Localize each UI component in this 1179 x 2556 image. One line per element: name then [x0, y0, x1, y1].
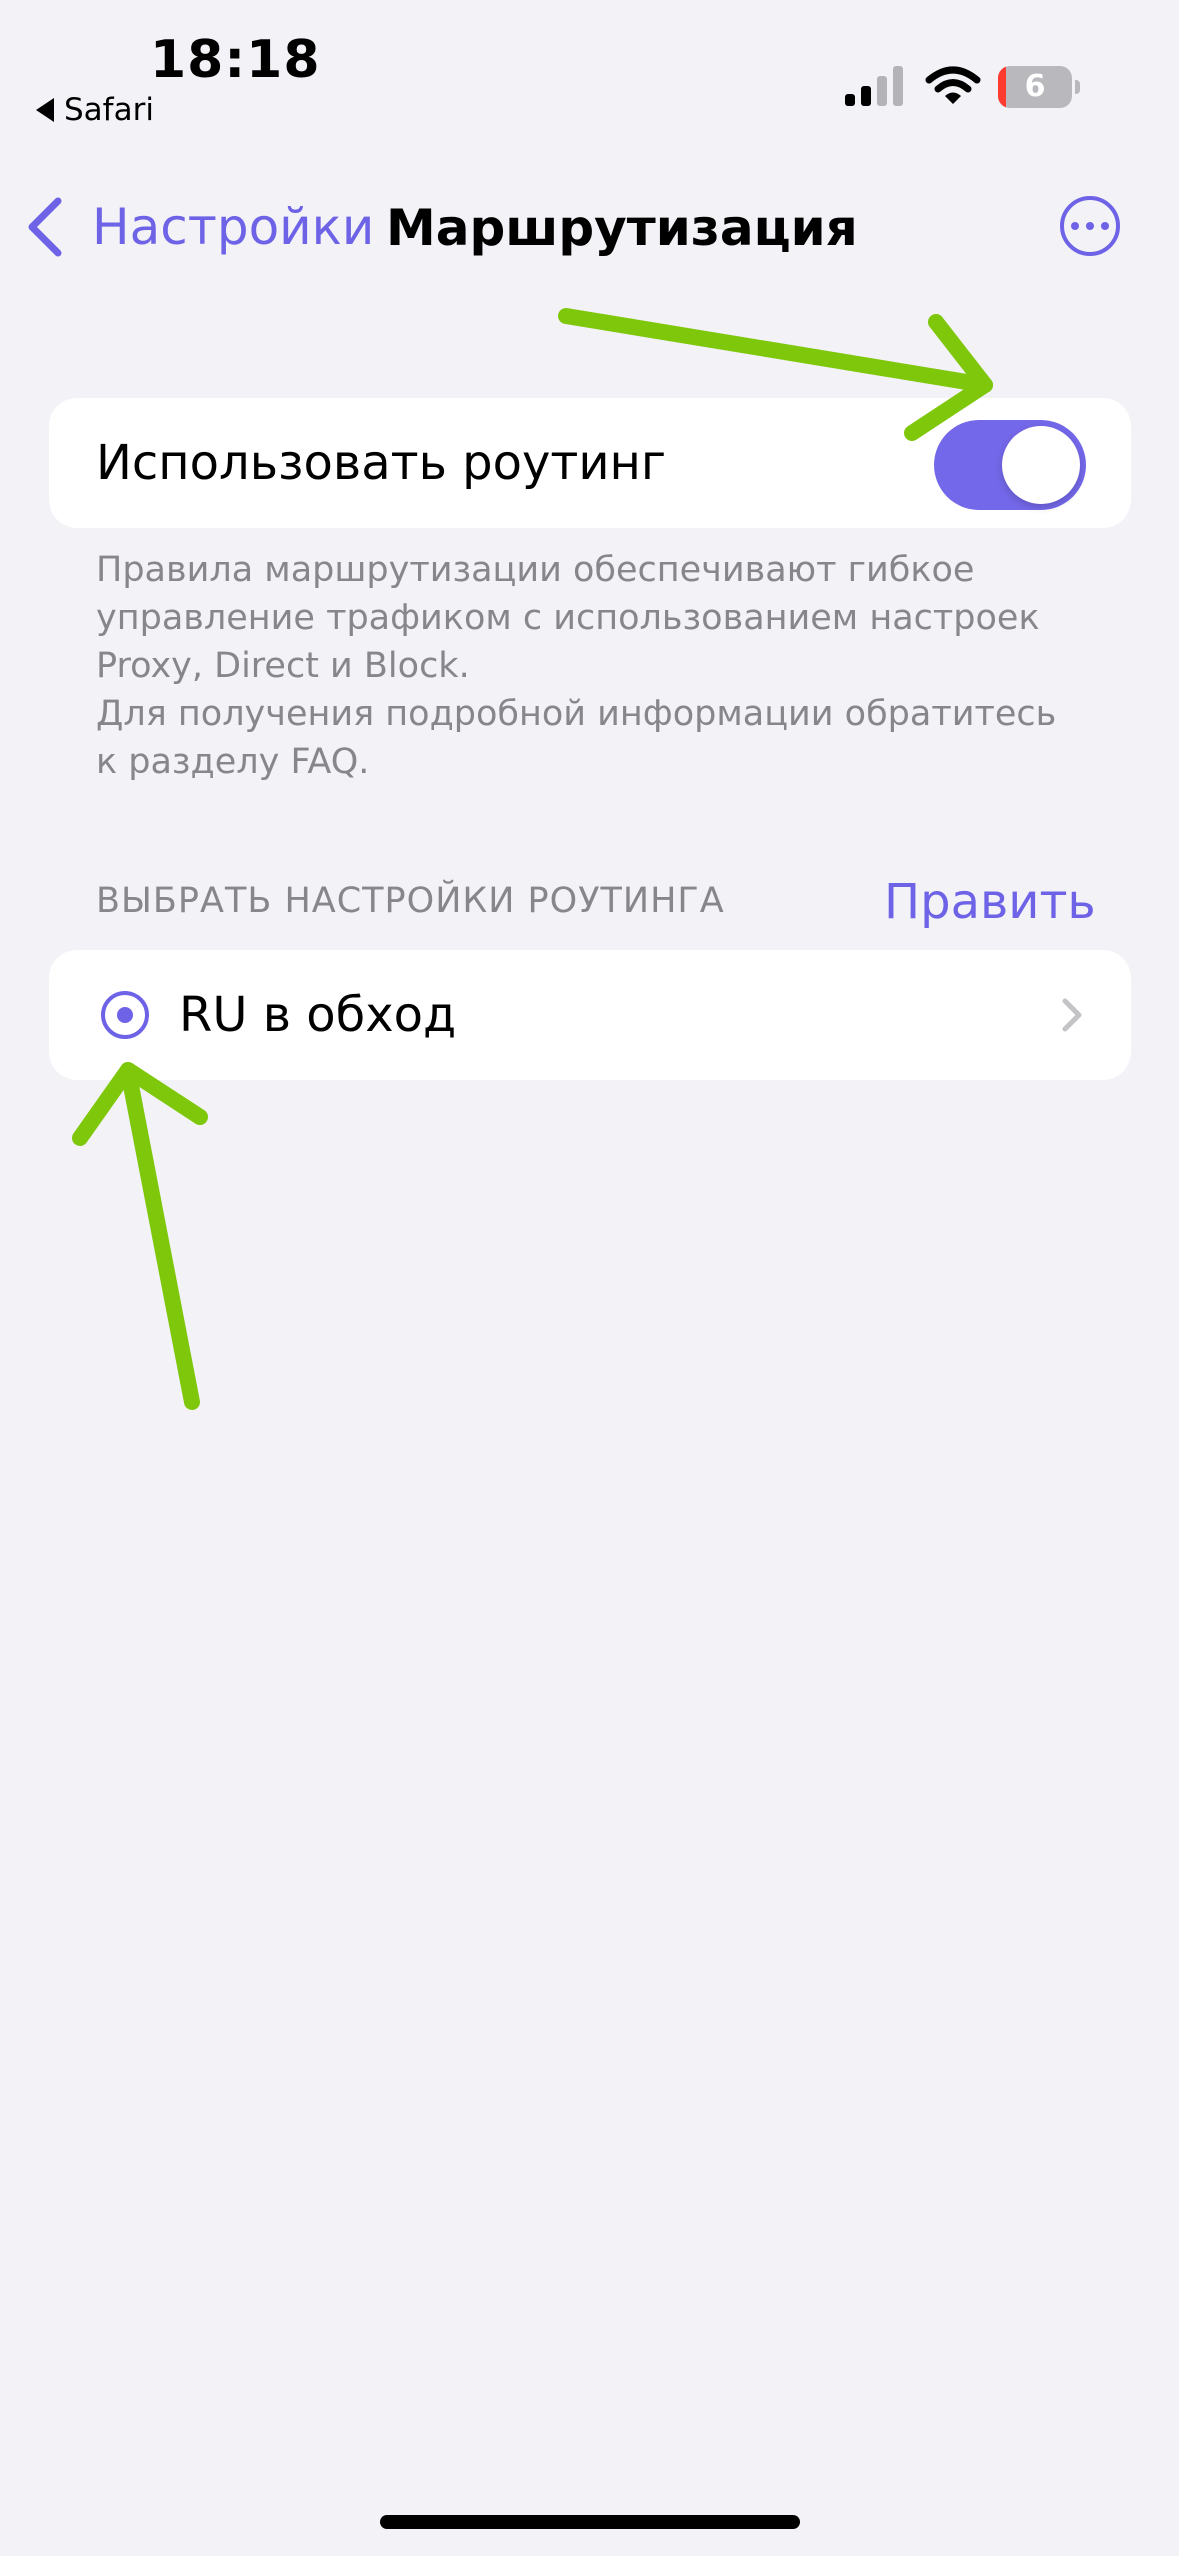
- back-triangle-icon: [36, 98, 54, 122]
- ellipsis-circle-icon: [1071, 222, 1079, 230]
- description-line: Proxy, Direct и Block.: [96, 646, 470, 686]
- back-app-label: Safari: [64, 92, 154, 128]
- page-title: Маршрутизация: [386, 199, 858, 257]
- nav-back-button[interactable]: Настройки: [24, 192, 374, 262]
- switch-knob: [1002, 426, 1080, 504]
- routing-toggle-row: Использовать роутинг: [49, 398, 1131, 528]
- battery-level: 6: [1024, 69, 1046, 104]
- description-line: Правила маршрутизации обеспечивают гибко…: [96, 550, 975, 590]
- description-line: управление трафиком с использованием нас…: [96, 598, 1040, 638]
- battery-icon: 6: [998, 66, 1080, 108]
- annotation-arrow-option: [72, 1062, 208, 1410]
- chevron-right-icon: [1062, 998, 1082, 1032]
- edit-button[interactable]: Править: [884, 872, 1096, 932]
- status-time: 18:18: [150, 30, 321, 90]
- more-options-button[interactable]: [1060, 196, 1120, 256]
- annotation-arrows: [72, 308, 993, 1410]
- description-line: Для получения подробной информации обрат…: [96, 694, 1057, 734]
- back-to-app-link[interactable]: Safari: [36, 92, 154, 128]
- description-line: к разделу FAQ.: [96, 742, 370, 782]
- routing-option-row[interactable]: RU в обход: [49, 950, 1131, 1080]
- section-header: ВЫБРАТЬ НАСТРОЙКИ РОУТИНГА: [96, 881, 725, 921]
- routing-description: Правила маршрутизации обеспечивают гибко…: [96, 546, 1096, 786]
- cellular-signal-icon: [845, 66, 903, 106]
- nav-back-label: Настройки: [92, 198, 375, 256]
- home-indicator: [380, 2515, 800, 2529]
- wifi-icon: [925, 66, 981, 104]
- radio-selected-icon[interactable]: [101, 991, 149, 1039]
- routing-toggle-switch[interactable]: [934, 420, 1086, 510]
- routing-toggle-label: Использовать роутинг: [96, 435, 667, 491]
- routing-option-label: RU в обход: [179, 987, 457, 1043]
- chevron-left-icon: [28, 197, 62, 257]
